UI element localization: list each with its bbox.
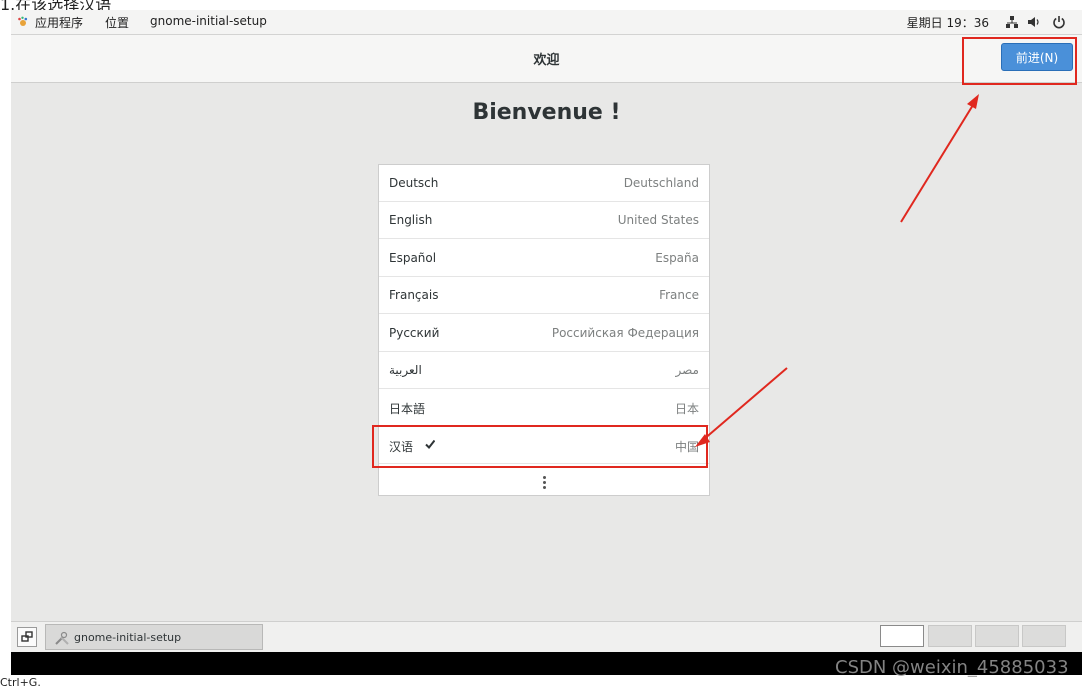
tools-icon (55, 631, 69, 645)
screen: 应用程序 位置 gnome-initial-setup 星期日 19：36 欢迎… (11, 10, 1082, 675)
workspace-2[interactable] (928, 625, 972, 647)
workspace-4[interactable] (1022, 625, 1066, 647)
command-hint: Ctrl+G. (0, 676, 41, 689)
annotation-arrows (695, 94, 979, 447)
workspace-3[interactable] (975, 625, 1019, 647)
workspace-1[interactable] (880, 625, 924, 647)
taskbar-window-button[interactable]: gnome-initial-setup (45, 624, 263, 650)
taskbar-window-label: gnome-initial-setup (74, 631, 182, 644)
caption-cropped: 1.在该选择汉语 (0, 0, 112, 10)
show-desktop-button[interactable] (17, 627, 37, 647)
show-desktop-icon (21, 631, 33, 642)
bottom-panel: gnome-initial-setup (11, 621, 1082, 652)
watermark: CSDN @weixin_45885033 (835, 657, 1069, 678)
